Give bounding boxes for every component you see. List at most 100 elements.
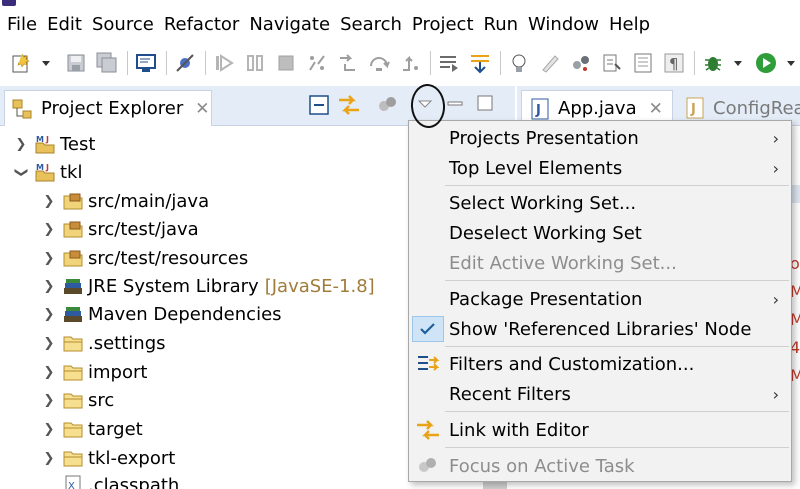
menu-help[interactable]: Help [609, 14, 650, 35]
menu-window[interactable]: Window [528, 14, 599, 35]
menu-item-projects-presentation[interactable]: Projects Presentation › [409, 123, 791, 153]
menu-item-filters-customization[interactable]: Filters and Customization... [409, 349, 791, 379]
tree-item-src-test-resources[interactable]: ❯ src/test/resources [42, 244, 249, 272]
step-over-icon[interactable] [368, 52, 390, 74]
menu-edit[interactable]: Edit [47, 14, 82, 35]
save-icon[interactable] [65, 52, 87, 74]
menu-item-select-working-set[interactable]: Select Working Set... [409, 188, 791, 218]
tree-item-maven-dependencies[interactable]: ❯ Maven Dependencies [42, 300, 282, 328]
chevron-right-icon[interactable]: ❯ [42, 251, 56, 266]
menu-source[interactable]: Source [92, 14, 154, 35]
chevron-right-icon[interactable]: ❯ [42, 194, 56, 209]
menu-file[interactable]: File [7, 14, 37, 35]
svg-text:M: M [36, 135, 44, 144]
menu-item-label: Focus on Active Task [449, 455, 635, 477]
chevron-down-icon[interactable] [786, 52, 796, 74]
tree-item-classpath[interactable]: X .classpath [62, 471, 179, 489]
debug-icon[interactable] [702, 52, 724, 74]
chevron-right-icon[interactable]: ❯ [42, 279, 56, 294]
tree-item-target[interactable]: ❯ target [42, 415, 143, 443]
chevron-down-icon[interactable] [41, 52, 51, 74]
toolbar-separator [205, 51, 206, 75]
task-icon [415, 455, 441, 477]
terminate-icon[interactable] [275, 52, 297, 74]
menu-separator [445, 447, 789, 448]
menu-item-recent-filters[interactable]: Recent Filters › [409, 379, 791, 409]
menu-search[interactable]: Search [340, 14, 402, 35]
tip-icon[interactable] [508, 52, 530, 74]
drop-to-frame-icon[interactable] [469, 52, 491, 74]
source-folder-icon [62, 219, 84, 239]
chevron-down-icon[interactable]: ❯ [14, 165, 29, 179]
task-focus-icon[interactable] [376, 94, 398, 116]
suspend-icon[interactable] [244, 52, 266, 74]
tree-item-settings[interactable]: ❯ .settings [42, 329, 166, 357]
tree-item-label: import [88, 361, 148, 383]
close-icon[interactable]: ✕ [649, 99, 663, 119]
menu-item-link-with-editor[interactable]: Link with Editor [409, 415, 791, 445]
menu-run[interactable]: Run [484, 14, 519, 35]
block-selection-icon[interactable] [632, 52, 654, 74]
link-with-editor-icon[interactable] [336, 92, 362, 118]
tree-item-tkl-export[interactable]: ❯ tkl-export [42, 444, 176, 472]
window-title-strip [0, 0, 800, 8]
menu-item-top-level-elements[interactable]: Top Level Elements › [409, 153, 791, 183]
step-return-icon[interactable] [399, 52, 421, 74]
save-all-icon[interactable] [96, 52, 118, 74]
chevron-right-icon: › [772, 289, 779, 309]
tree-item-tkl[interactable]: ❯ MJ tkl [14, 158, 83, 186]
new-icon[interactable] [10, 52, 32, 74]
use-step-filters-icon[interactable] [438, 52, 460, 74]
chevron-right-icon: › [772, 128, 779, 148]
chevron-right-icon[interactable]: ❯ [42, 307, 56, 322]
chevron-right-icon[interactable]: ❯ [42, 222, 56, 237]
menu-item-label: Top Level Elements [449, 157, 623, 179]
library-icon [62, 276, 84, 296]
tree-item-test[interactable]: ❯ MJ Test [14, 130, 96, 158]
menu-item-package-presentation[interactable]: Package Presentation › [409, 284, 791, 314]
menu-item-label: Select Working Set... [449, 192, 637, 214]
tree-item-src-test-java[interactable]: ❯ src/test/java [42, 215, 199, 243]
menu-project[interactable]: Project [412, 14, 474, 35]
menu-item-deselect-working-set[interactable]: Deselect Working Set [409, 218, 791, 248]
run-icon[interactable] [755, 52, 777, 74]
disconnect-icon[interactable] [306, 52, 328, 74]
step-into-icon[interactable] [337, 52, 359, 74]
project-explorer-tab[interactable]: Project Explorer ✕ [4, 90, 212, 126]
chevron-right-icon[interactable]: ❯ [42, 422, 56, 437]
tree-item-src-main-java[interactable]: ❯ src/main/java [42, 187, 210, 215]
collapse-all-icon[interactable] [308, 94, 330, 116]
folder-icon [62, 448, 84, 468]
resume-icon[interactable] [213, 52, 235, 74]
menu-item-show-referenced-libraries[interactable]: Show 'Referenced Libraries' Node [409, 314, 791, 344]
chevron-right-icon[interactable]: ❯ [14, 137, 28, 152]
chevron-right-icon[interactable]: ❯ [42, 365, 56, 380]
chevron-right-icon[interactable]: ❯ [42, 451, 56, 466]
tree-item-decoration: [JavaSE-1.8] [264, 275, 375, 297]
show-whitespace-icon[interactable]: ¶ [663, 52, 685, 74]
chevron-right-icon[interactable]: ❯ [42, 336, 56, 351]
maximize-icon[interactable] [476, 94, 494, 112]
terminal-icon[interactable] [135, 52, 157, 74]
menu-item-label: Package Presentation [449, 288, 643, 310]
eclipse-logo-icon [2, 0, 16, 6]
tree-item-label: tkl-export [88, 447, 176, 469]
tree-item-jre-library[interactable]: ❯ JRE System Library [JavaSE-1.8] [42, 272, 375, 300]
svg-text:M: M [36, 163, 44, 172]
main-toolbar: ¶ [0, 42, 800, 84]
tree-item-import[interactable]: ❯ import [42, 358, 148, 386]
menu-bar: File Edit Source Refactor Navigate Searc… [0, 9, 800, 39]
menu-refactor[interactable]: Refactor [164, 14, 240, 35]
menu-navigate[interactable]: Navigate [249, 14, 330, 35]
mark-occurrences-icon[interactable] [539, 52, 561, 74]
chevron-right-icon: › [772, 384, 779, 404]
annotation-icon[interactable] [601, 52, 623, 74]
chevron-down-icon[interactable] [733, 52, 743, 74]
chevron-right-icon[interactable]: ❯ [42, 393, 56, 408]
folder-icon [62, 390, 84, 410]
git-icon[interactable] [570, 52, 592, 74]
close-icon[interactable]: ✕ [195, 99, 209, 119]
skip-breakpoints-icon[interactable] [174, 52, 196, 74]
tree-item-src[interactable]: ❯ src [42, 386, 115, 414]
minimize-icon[interactable] [446, 96, 464, 112]
